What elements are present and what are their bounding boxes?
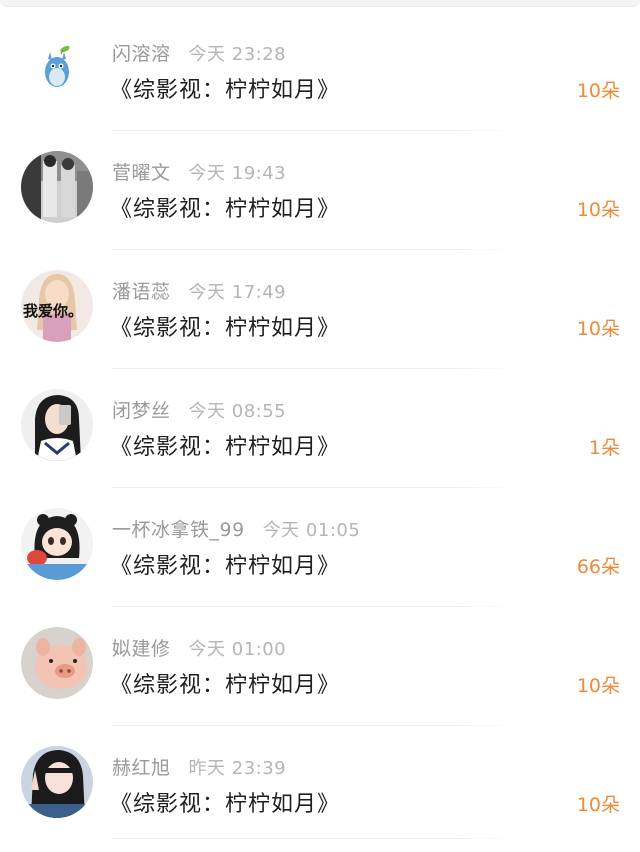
girl-love-text-avatar[interactable]: 我爱你。 <box>21 270 93 342</box>
divider <box>112 838 512 839</box>
list-item[interactable]: 一杯冰拿铁_99 今天 01:05 《综影视：柠柠如月》 66朵 <box>0 482 640 607</box>
couple-photo-avatar[interactable] <box>21 151 93 223</box>
list-item[interactable]: 菅曜文 今天 19:43 《综影视：柠柠如月》 10朵 <box>0 125 640 250</box>
flower-count: 10朵 <box>576 80 620 102</box>
user-name: 闭梦丝 今天 08:55 <box>112 400 287 422</box>
book-title[interactable]: 《综影视：柠柠如月》 <box>110 548 340 580</box>
book-title[interactable]: 《综影视：柠柠如月》 <box>110 429 340 461</box>
list-item[interactable]: 闭梦丝 今天 08:55 《综影视：柠柠如月》 1朵 <box>0 363 640 488</box>
anime-girl-avatar[interactable] <box>21 508 93 580</box>
list-item[interactable]: 赫红旭 昨天 23:39 《综影视：柠柠如月》 10朵 <box>0 720 640 839</box>
user-name: 闪溶溶 今天 23:28 <box>112 43 287 65</box>
flower-count: 10朵 <box>576 794 620 816</box>
flower-count: 66朵 <box>576 556 620 578</box>
user-name: 菅曜文 今天 19:43 <box>112 162 287 184</box>
flower-count: 10朵 <box>576 199 620 221</box>
gift-time: 今天 19:43 <box>188 163 287 184</box>
flower-count: 10朵 <box>576 675 620 697</box>
avatar-caption: 我爱你。 <box>23 302 84 320</box>
gift-time: 今天 01:00 <box>188 639 287 660</box>
gift-time: 今天 23:28 <box>188 44 287 65</box>
list-item[interactable]: 姒建修 今天 01:00 《综影视：柠柠如月》 10朵 <box>0 601 640 726</box>
book-title[interactable]: 《综影视：柠柠如月》 <box>110 310 340 342</box>
user-name: 姒建修 今天 01:00 <box>112 638 287 660</box>
book-title[interactable]: 《综影视：柠柠如月》 <box>110 786 340 818</box>
gift-time: 今天 01:05 <box>262 520 361 541</box>
list-item[interactable]: 我爱你。 潘语蕊 今天 17:49 《综影视：柠柠如月》 10朵 <box>0 244 640 369</box>
flower-count: 10朵 <box>576 318 620 340</box>
gift-time: 今天 08:55 <box>188 401 287 422</box>
book-title[interactable]: 《综影视：柠柠如月》 <box>110 191 340 223</box>
gift-time: 今天 17:49 <box>188 282 287 303</box>
user-name: 潘语蕊 今天 17:49 <box>112 281 287 303</box>
user-name: 一杯冰拿铁_99 今天 01:05 <box>112 519 361 541</box>
book-title[interactable]: 《综影视：柠柠如月》 <box>110 667 340 699</box>
selfie-girl-avatar[interactable] <box>21 389 93 461</box>
book-title[interactable]: 《综影视：柠柠如月》 <box>110 72 340 104</box>
gift-record-list: 闪溶溶 今天 23:28 《综影视：柠柠如月》 10朵 菅曜文 今天 19:43 《… <box>0 0 640 852</box>
gift-time: 昨天 23:39 <box>188 758 287 779</box>
peace-sign-girl-avatar[interactable] <box>21 746 93 818</box>
pig-avatar[interactable] <box>21 627 93 699</box>
user-name: 赫红旭 昨天 23:39 <box>112 757 287 779</box>
list-item[interactable]: 闪溶溶 今天 23:28 《综影视：柠柠如月》 10朵 <box>0 6 640 131</box>
totoro-avatar[interactable] <box>21 32 93 104</box>
flower-count: 1朵 <box>588 437 620 459</box>
